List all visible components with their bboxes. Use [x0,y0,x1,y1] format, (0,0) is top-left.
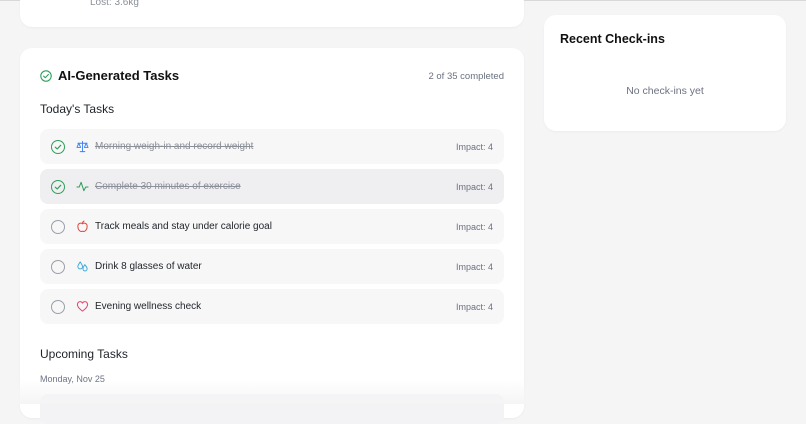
task-checkbox[interactable] [51,299,65,314]
task-impact: Impact: 4 [455,181,493,192]
check-circle-icon [40,69,52,82]
weight-summary-card: Lost: 3.6kg [20,0,524,27]
task-impact: Impact: 4 [455,301,493,312]
activity-icon [75,180,89,194]
task-row[interactable]: Track meals and stay under calorie goal … [40,209,504,244]
completed-count: 2 of 35 completed [428,71,504,82]
tasks-header: AI-Generated Tasks [40,68,179,83]
task-checkbox[interactable] [51,179,65,194]
task-row[interactable]: Complete 30 minutes of exercise Impact: … [40,169,504,204]
apple-icon [75,220,89,234]
task-checkbox[interactable] [51,219,65,234]
droplets-icon [75,260,89,274]
task-label: Track meals and stay under calorie goal [95,221,272,232]
check-icon [54,144,62,150]
bottom-fade [0,380,806,404]
heart-icon [75,300,89,314]
checkins-empty-text: No check-ins yet [626,85,704,97]
task-row[interactable]: Morning weigh-in and record weight Impac… [40,129,504,164]
task-checkbox[interactable] [51,139,65,154]
task-label: Evening wellness check [95,301,202,312]
task-label: Complete 30 minutes of exercise [95,181,241,192]
checkins-title: Recent Check-ins [560,32,665,46]
task-impact: Impact: 4 [455,261,493,272]
task-impact: Impact: 4 [455,221,493,232]
task-label: Drink 8 glasses of water [95,261,202,272]
upcoming-tasks-heading: Upcoming Tasks [40,347,128,361]
scale-icon [75,140,89,154]
recent-checkins-card: Recent Check-ins No check-ins yet [544,15,786,131]
check-icon [54,184,62,190]
ai-tasks-card: AI-Generated Tasks 2 of 35 completed Tod… [20,48,524,424]
tasks-title: AI-Generated Tasks [58,68,180,83]
task-checkbox[interactable] [51,259,65,274]
task-row[interactable]: Drink 8 glasses of water Impact: 4 [40,249,504,284]
task-row[interactable]: Evening wellness check Impact: 4 [40,289,504,324]
weight-lost-text: Lost: 3.6kg [90,0,139,8]
task-impact: Impact: 4 [455,141,493,152]
task-label: Morning weigh-in and record weight [95,141,254,152]
todays-tasks-heading: Today's Tasks [40,102,115,116]
